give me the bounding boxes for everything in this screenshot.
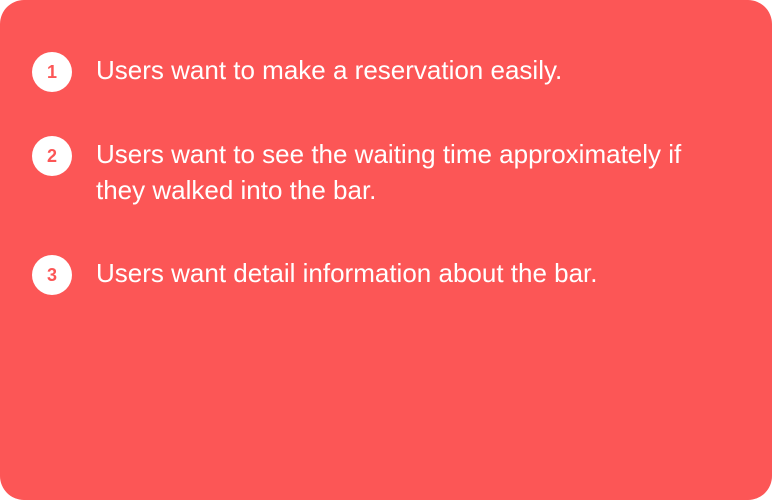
list-item: 2 Users want to see the waiting time app… [32,136,696,208]
number-badge: 2 [32,136,72,176]
item-text: Users want detail information about the … [96,258,598,288]
number-badge: 3 [32,255,72,295]
list-item: 3 Users want detail information about th… [32,255,736,295]
item-text: Users want to see the waiting time appro… [96,139,682,205]
list-item: 1 Users want to make a reservation easil… [32,52,736,92]
item-text: Users want to make a reservation easily. [96,55,563,85]
user-needs-card: 1 Users want to make a reservation easil… [0,0,772,500]
number-badge: 1 [32,52,72,92]
